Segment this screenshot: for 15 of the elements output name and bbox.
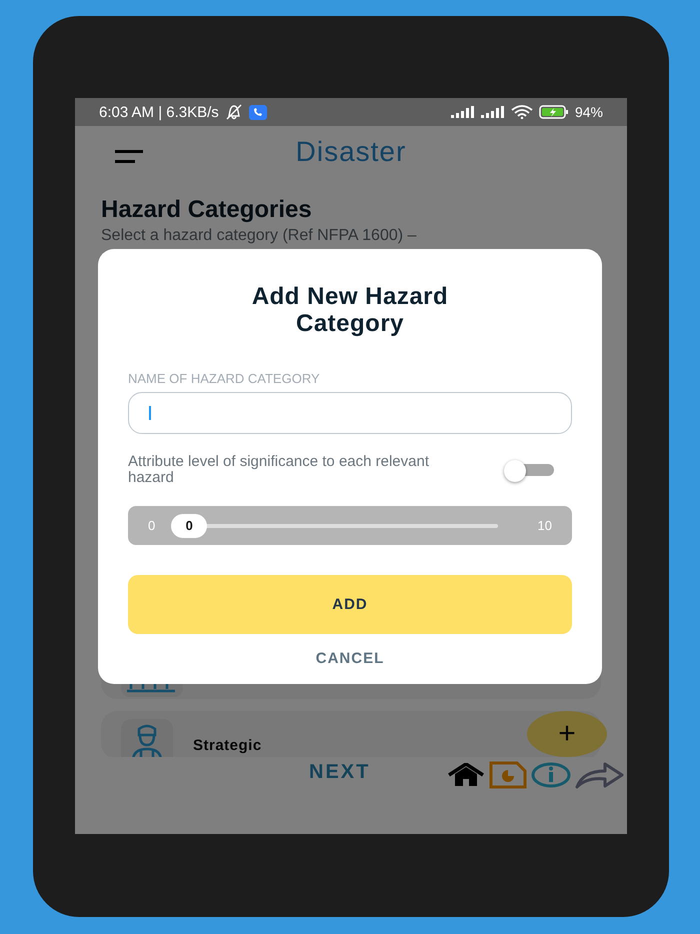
app-title: Disaster bbox=[296, 136, 406, 168]
page-heading: Hazard Categories bbox=[101, 196, 313, 224]
toggle-label: Attribute level of significance to each relevant hazard bbox=[128, 454, 430, 486]
cancel-button[interactable]: CANCEL bbox=[312, 648, 388, 669]
category-name: Strategic bbox=[193, 737, 262, 754]
slider-min: 0 bbox=[148, 518, 156, 533]
status-time: 6:03 AM | 6.3KB/s bbox=[99, 104, 219, 120]
slider-thumb[interactable]: 0 bbox=[171, 514, 208, 538]
battery-percent: 94% bbox=[574, 104, 603, 120]
add-button[interactable]: ADD bbox=[128, 575, 572, 634]
page-subtitle: Select a hazard category (Ref NFPA 1600) – bbox=[101, 227, 418, 245]
slider-max: 10 bbox=[538, 518, 552, 533]
field-label: NAME OF HAZARD CATEGORY bbox=[128, 371, 321, 386]
next-button[interactable]: NEXT bbox=[305, 759, 374, 786]
dialog-title: Add New Hazard Category bbox=[250, 283, 450, 337]
